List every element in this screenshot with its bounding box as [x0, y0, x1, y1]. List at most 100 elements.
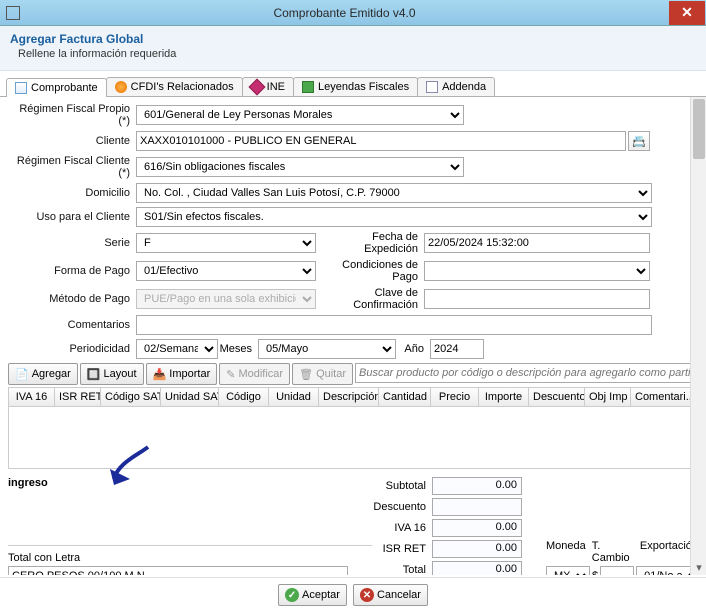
remove-icon: 🗑	[299, 368, 313, 381]
label-subtotal: Subtotal	[372, 480, 432, 492]
condiciones-select[interactable]	[424, 261, 650, 281]
importar-button[interactable]: 📥Importar	[146, 363, 218, 385]
anio-input[interactable]	[430, 339, 484, 359]
col-codigo[interactable]: Código	[219, 388, 269, 406]
currency-symbol: $	[592, 570, 598, 575]
label-comentarios: Comentarios	[8, 319, 136, 331]
cliente-input[interactable]	[136, 131, 626, 151]
grid-header: IVA 16 ISR RET Código SAT Unidad SAT Cód…	[9, 388, 697, 407]
total-value: 0.00	[432, 561, 522, 575]
label-total: Total	[372, 564, 432, 575]
forma-pago-select[interactable]: 01/Efectivo	[136, 261, 316, 281]
cancelar-button[interactable]: ✕Cancelar	[353, 584, 428, 606]
regimen-propio-select[interactable]: 601/General de Ley Personas Morales	[136, 105, 464, 125]
label-metodo-pago: Método de Pago	[8, 293, 136, 305]
label-periodicidad: Periodicidad	[8, 343, 136, 355]
comentarios-input[interactable]	[136, 315, 652, 335]
grid-toolbar: 📄Agregar 🔲Layout 📥Importar ✎Modificar 🗑Q…	[8, 363, 698, 385]
label-clave-conf: Clave de Confirmación	[316, 287, 424, 311]
doc-icon	[426, 81, 438, 93]
dialog-footer: ✓Aceptar ✕Cancelar	[0, 577, 706, 612]
col-precio[interactable]: Precio	[431, 388, 479, 406]
quitar-button: 🗑Quitar	[292, 363, 353, 385]
iva16-value: 0.00	[432, 519, 522, 537]
label-condiciones: Condiciones de Pago	[316, 259, 424, 283]
tab-comprobante[interactable]: Comprobante	[6, 78, 107, 97]
cancel-icon: ✕	[360, 588, 374, 602]
tab-leyendas[interactable]: Leyendas Fiscales	[293, 77, 418, 96]
label-uso: Uso para el Cliente	[8, 211, 136, 223]
window-title: Comprobante Emitido v4.0	[20, 6, 669, 20]
label-serie: Serie	[8, 237, 136, 249]
tag-icon	[302, 81, 314, 93]
ingreso-label: ingreso	[8, 477, 372, 489]
vertical-scrollbar[interactable]: ▾	[690, 97, 706, 575]
import-icon: 📥	[153, 368, 167, 381]
uso-cliente-select[interactable]: S01/Sin efectos fiscales.	[136, 207, 652, 227]
page-title: Agregar Factura Global	[10, 32, 696, 46]
total-letra-input[interactable]	[8, 566, 348, 575]
col-descripcion[interactable]: Descripción	[319, 388, 379, 406]
meses-select[interactable]: 05/Mayo	[258, 339, 396, 359]
col-isr-ret[interactable]: ISR RET	[55, 388, 101, 406]
label-regimen-propio: Régimen Fiscal Propio (*)	[8, 103, 136, 127]
col-importe[interactable]: Importe	[479, 388, 529, 406]
label-cliente: Cliente	[8, 135, 136, 147]
agregar-button[interactable]: 📄Agregar	[8, 363, 78, 385]
subtotal-value: 0.00	[432, 477, 522, 495]
col-descuento[interactable]: Descuento	[529, 388, 585, 406]
layout-icon: 🔲	[87, 368, 101, 381]
app-icon	[6, 6, 20, 20]
plus-icon: 📄	[15, 368, 29, 381]
label-descuento: Descuento	[372, 501, 432, 513]
metodo-pago-select: PUE/Pago en una sola exhibición	[136, 289, 316, 309]
tcambio-input[interactable]	[600, 566, 634, 575]
header: Agregar Factura Global Rellene la inform…	[0, 26, 706, 71]
label-meses: Meses	[218, 343, 258, 355]
total-letra-label: Total con Letra	[8, 552, 372, 564]
product-search-input[interactable]	[355, 363, 698, 383]
serie-select[interactable]: F	[136, 233, 316, 253]
tab-addenda[interactable]: Addenda	[417, 77, 495, 96]
cliente-lookup-button[interactable]: 📇	[628, 131, 650, 151]
check-icon: ✓	[285, 588, 299, 602]
line-items-grid: IVA 16 ISR RET Código SAT Unidad SAT Cód…	[8, 387, 698, 469]
tab-bar: Comprobante CFDI's Relacionados INE Leye…	[0, 71, 706, 97]
label-isr-ret-total: ISR RET	[372, 543, 432, 555]
titlebar: Comprobante Emitido v4.0 ✕	[0, 0, 706, 26]
label-anio: Año	[396, 343, 430, 355]
tab-cfdi-relacionados[interactable]: CFDI's Relacionados	[106, 77, 243, 96]
col-unidad[interactable]: Unidad	[269, 388, 319, 406]
tab-ine[interactable]: INE	[242, 77, 294, 96]
periodicidad-select[interactable]: 02/Semanal	[136, 339, 218, 359]
close-button[interactable]: ✕	[669, 1, 705, 25]
label-moneda: Moneda	[546, 540, 586, 564]
col-unidad-sat[interactable]: Unidad SAT	[161, 388, 219, 406]
domicilio-select[interactable]: No. Col. , Ciudad Valles San Luis Potosí…	[136, 183, 652, 203]
col-codigo-sat[interactable]: Código SAT	[101, 388, 161, 406]
col-comentario[interactable]: Comentari...	[631, 388, 697, 406]
clave-confirmacion-input[interactable]	[424, 289, 650, 309]
form-area: ▾ Régimen Fiscal Propio (*) 601/General …	[0, 97, 706, 575]
label-fecha: Fecha de Expedición	[316, 231, 424, 255]
regimen-cliente-select[interactable]: 616/Sin obligaciones fiscales	[136, 157, 464, 177]
modificar-button: ✎Modificar	[219, 363, 290, 385]
label-domicilio: Domicilio	[8, 187, 136, 199]
aceptar-button[interactable]: ✓Aceptar	[278, 584, 347, 606]
page-subtitle: Rellene la información requerida	[10, 48, 696, 60]
layout-button[interactable]: 🔲Layout	[80, 363, 144, 385]
col-cantidad[interactable]: Cantidad	[379, 388, 431, 406]
edit-icon: ✎	[226, 368, 235, 381]
label-regimen-cliente: Régimen Fiscal Cliente (*)	[8, 155, 136, 179]
isr-ret-value: 0.00	[432, 540, 522, 558]
label-forma-pago: Forma de Pago	[8, 265, 136, 277]
col-iva16[interactable]: IVA 16	[9, 388, 55, 406]
diamond-icon	[248, 79, 265, 96]
page-icon	[15, 82, 27, 94]
moneda-select[interactable]: MXN	[546, 566, 590, 575]
descuento-value	[432, 498, 522, 516]
fecha-input[interactable]	[424, 233, 650, 253]
link-icon	[115, 81, 127, 93]
label-tcambio: T. Cambio	[592, 540, 634, 564]
col-obj-imp[interactable]: Obj Imp	[585, 388, 631, 406]
